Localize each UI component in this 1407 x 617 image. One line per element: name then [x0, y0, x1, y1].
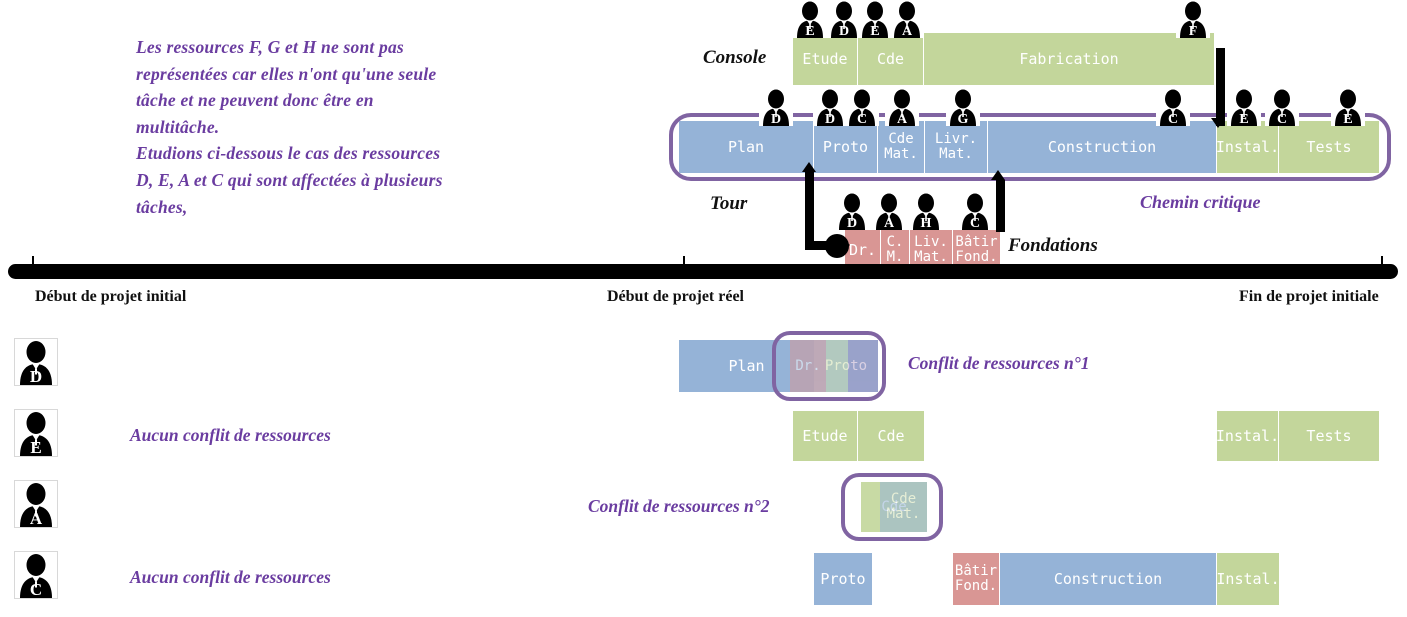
timeline-tick-end-initial	[1381, 256, 1383, 276]
avatar-label: A	[29, 509, 43, 528]
gantt-task-tour-proto[interactable]: Proto	[814, 121, 878, 173]
person-icon-D: D	[835, 192, 869, 230]
connector-batir-to-livr	[996, 180, 1005, 232]
intro-line: tâches,	[136, 196, 188, 217]
person-icon-D: D	[827, 0, 861, 38]
person-label: A	[901, 24, 913, 39]
person-icon-E: E	[793, 0, 827, 38]
avatar-resource-C: C	[14, 551, 58, 599]
person-icon-A: A	[890, 0, 924, 38]
avatar-resource-A: A	[14, 480, 58, 528]
person-icon-A: A	[872, 192, 906, 230]
arrowhead-right	[840, 238, 850, 252]
intro-line: D, E, A et C qui sont affectées à plusie…	[136, 169, 443, 190]
critical-path-label: Chemin critique	[1140, 192, 1261, 212]
intro-line: Etudions ci-dessous le cas des ressource…	[136, 143, 441, 164]
person-label: H	[920, 216, 932, 231]
intro-line: tâche et ne peuvent donc être en	[136, 90, 374, 111]
row-E-task-instal[interactable]: Instal.	[1216, 411, 1279, 461]
person-icon-E: E	[1331, 88, 1365, 126]
person-label: E	[1343, 112, 1353, 127]
person-label: C	[1167, 112, 1179, 127]
person-icon-E: E	[858, 0, 892, 38]
row-label-console: Console	[703, 47, 767, 68]
timeline-label-start-initial: Début de projet initial	[35, 288, 187, 305]
person-label: C	[856, 112, 868, 127]
person-label: A	[883, 216, 895, 231]
gantt-task-tour-cde-mat[interactable]: Cde Mat.	[878, 121, 925, 173]
row-E-task-tests[interactable]: Tests	[1279, 411, 1379, 461]
arrowhead-down	[1211, 118, 1225, 128]
person-label: E	[870, 24, 880, 39]
gantt-task-tour-livr-mat[interactable]: Livr. Mat.	[925, 121, 988, 173]
row-C-task-proto[interactable]: Proto	[814, 553, 872, 605]
timeline-label-end-initial: Fin de projet initiale	[1239, 288, 1379, 305]
person-icon-C: C	[845, 88, 879, 126]
gantt-task-console-etude[interactable]: Etude	[793, 33, 858, 85]
person-icon-A: A	[885, 88, 919, 126]
avatar-label: E	[30, 438, 42, 457]
avatar-resource-D: D	[14, 338, 58, 386]
noconflict-label-C: Aucun conflit de ressources	[130, 567, 331, 587]
row-C-task-batir-fond[interactable]: Bâtir Fond.	[953, 553, 1000, 605]
gantt-task-tour-instal[interactable]: Instal.	[1216, 121, 1279, 173]
avatar-label: D	[29, 367, 43, 386]
arrowhead-up-proto	[802, 162, 816, 172]
timeline-label-start-real: Début de projet réel	[607, 288, 744, 305]
row-E-task-etude[interactable]: Etude	[793, 411, 858, 461]
gantt-task-tour-plan[interactable]: Plan	[679, 121, 814, 173]
timeline-bar	[8, 264, 1398, 279]
person-icon-C: C	[1156, 88, 1190, 126]
person-label: D	[838, 24, 850, 39]
person-icon-H: H	[909, 192, 943, 230]
noconflict-label-E: Aucun conflit de ressources	[130, 425, 331, 445]
person-icon-F: F	[1176, 0, 1210, 38]
person-icon-E: E	[1227, 88, 1261, 126]
row-C-task-construction[interactable]: Construction	[1000, 553, 1217, 605]
row-E-task-cde[interactable]: Cde	[858, 411, 924, 461]
connector-fabrication-to-instal	[1216, 48, 1225, 126]
person-label: E	[805, 24, 815, 39]
timeline-tick-start-real	[683, 256, 685, 276]
avatar-resource-E: E	[14, 409, 58, 457]
person-label: F	[1188, 24, 1198, 39]
timeline-tick-start-initial	[32, 256, 34, 276]
person-label: G	[957, 112, 969, 127]
intro-line: représentées car elles n'ont qu'une seul…	[136, 63, 437, 84]
person-icon-G: G	[946, 88, 980, 126]
person-label: E	[1239, 112, 1249, 127]
conflict-label-2: Conflit de ressources n°2	[588, 496, 770, 516]
avatar-label: C	[29, 580, 43, 599]
person-label: D	[846, 216, 858, 231]
row-C-task-instal[interactable]: Instal.	[1216, 553, 1280, 605]
arrowhead-up	[991, 170, 1005, 180]
person-label: C	[1276, 112, 1288, 127]
gantt-task-tour-tests[interactable]: Tests	[1279, 121, 1379, 173]
person-label: A	[896, 112, 908, 127]
connector-tick-proto	[806, 170, 813, 184]
row-label-tour: Tour	[710, 193, 748, 214]
gantt-task-console-cde[interactable]: Cde	[858, 33, 924, 85]
gantt-task-tour-construction[interactable]: Construction	[988, 121, 1217, 173]
conflict-outline-2	[841, 473, 943, 541]
person-label: D	[824, 112, 836, 127]
person-label: C	[969, 216, 981, 231]
person-icon-D: D	[759, 88, 793, 126]
conflict-label-1: Conflit de ressources n°1	[908, 353, 1090, 373]
person-icon-C: C	[1265, 88, 1299, 126]
intro-line: Les ressources F, G et H ne sont pas	[136, 37, 404, 57]
conflict-outline-1	[772, 331, 886, 401]
gantt-task-console-fabrication[interactable]: Fabrication	[924, 33, 1214, 85]
row-label-fondations: Fondations	[1008, 235, 1098, 256]
intro-text-block: Les ressources F, G et H ne sont pas rep…	[136, 34, 536, 220]
person-label: D	[770, 112, 782, 127]
person-icon-D: D	[813, 88, 847, 126]
intro-line: multitâche.	[136, 116, 220, 137]
person-icon-C: C	[958, 192, 992, 230]
